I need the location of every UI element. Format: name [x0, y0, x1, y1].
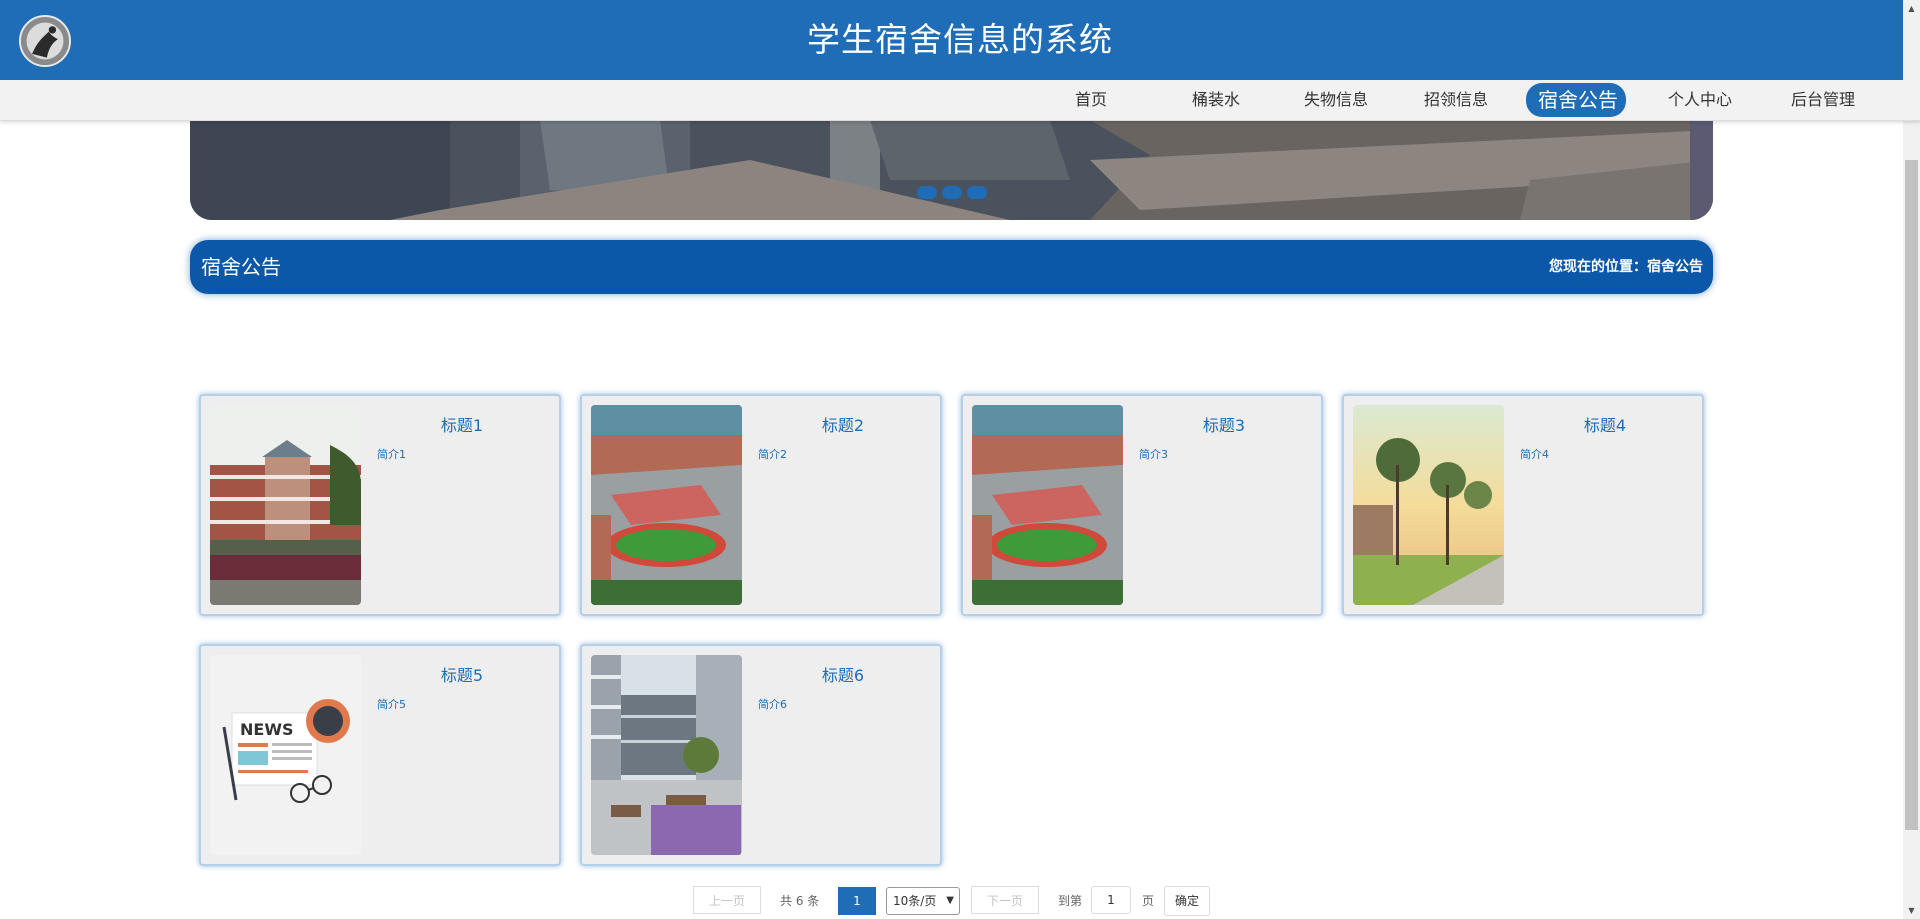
nav-item-home[interactable]: 首页 — [1063, 85, 1119, 115]
campus-aerial-image[interactable] — [972, 405, 1123, 605]
card-title[interactable]: 标题2 — [742, 412, 944, 436]
carousel-dot[interactable] — [967, 186, 987, 199]
notice-card[interactable]: 标题1 简介1 — [199, 394, 561, 616]
campus-aerial-image[interactable] — [591, 405, 742, 605]
nav-item-lost[interactable]: 失物信息 — [1292, 85, 1380, 115]
carousel-indicators — [917, 186, 997, 200]
card-title[interactable]: 标题3 — [1123, 412, 1325, 436]
nav-item-admin[interactable]: 后台管理 — [1779, 85, 1867, 115]
card-description: 简介6 — [758, 698, 787, 711]
section-header: 宿舍公告 您现在的位置：宿舍公告 — [190, 240, 1713, 294]
nav-item-found[interactable]: 招领信息 — [1412, 85, 1500, 115]
scroll-down-icon[interactable]: ▼ — [1903, 902, 1920, 919]
notice-card[interactable]: 标题4 简介4 — [1342, 394, 1704, 616]
notice-card[interactable]: 标题2 简介2 — [580, 394, 942, 616]
breadcrumb: 您现在的位置：宿舍公告 — [1549, 259, 1703, 275]
card-title[interactable]: 标题5 — [361, 662, 563, 686]
news-illustration-image[interactable]: NEWS — [210, 655, 361, 855]
trees-sunset-image[interactable] — [1353, 405, 1504, 605]
card-description: 简介4 — [1520, 448, 1549, 461]
scroll-thumb[interactable] — [1905, 160, 1918, 830]
carousel-dot[interactable] — [942, 186, 962, 199]
card-description: 简介1 — [377, 448, 406, 461]
banner-carousel[interactable] — [190, 120, 1713, 220]
page-size-value: 10条/页 — [893, 894, 937, 908]
card-title[interactable]: 标题4 — [1504, 412, 1706, 436]
card-title[interactable]: 标题1 — [361, 412, 563, 436]
svg-text:NEWS: NEWS — [240, 720, 294, 739]
notice-card[interactable]: 标题3 简介3 — [961, 394, 1323, 616]
goto-page-input[interactable]: 1 — [1091, 886, 1131, 914]
prev-page-button[interactable]: 上一页 — [693, 886, 761, 914]
notice-card[interactable]: NEWS 标题5 简介5 — [199, 644, 561, 866]
card-description: 简介3 — [1139, 448, 1168, 461]
classroom-banner-image — [190, 120, 1713, 220]
notice-card[interactable]: 标题6 简介6 — [580, 644, 942, 866]
carousel-dot[interactable] — [917, 186, 937, 199]
card-description: 简介5 — [377, 698, 406, 711]
card-title[interactable]: 标题6 — [742, 662, 944, 686]
scroll-up-icon[interactable]: ▲ — [1903, 0, 1920, 17]
nav-item-water[interactable]: 桶装水 — [1180, 85, 1252, 115]
confirm-button[interactable]: 确定 — [1164, 886, 1210, 916]
page-size-select[interactable]: 10条/页 ▼ — [886, 887, 960, 915]
site-title: 学生宿舍信息的系统 — [807, 20, 1113, 59]
page-number-current[interactable]: 1 — [838, 887, 876, 915]
next-page-button[interactable]: 下一页 — [971, 886, 1039, 914]
section-title: 宿舍公告 — [201, 255, 281, 279]
nav-item-profile[interactable]: 个人中心 — [1656, 85, 1744, 115]
card-description: 简介2 — [758, 448, 787, 461]
page-unit-label: 页 — [1142, 894, 1155, 908]
top-header: 学生宿舍信息的系统 — [0, 0, 1920, 80]
total-count: 共 6 条 — [780, 894, 820, 908]
campus-building-image[interactable] — [210, 405, 361, 605]
goto-label: 到第 — [1058, 894, 1083, 908]
nav-item-notice[interactable]: 宿舍公告 — [1526, 83, 1626, 117]
courtyard-image[interactable] — [591, 655, 742, 855]
vertical-scrollbar[interactable]: ▲ ▼ — [1903, 0, 1920, 919]
main-nav: 首页 桶装水 失物信息 招领信息 宿舍公告 个人中心 后台管理 — [0, 80, 1920, 121]
chevron-down-icon: ▼ — [946, 895, 954, 906]
